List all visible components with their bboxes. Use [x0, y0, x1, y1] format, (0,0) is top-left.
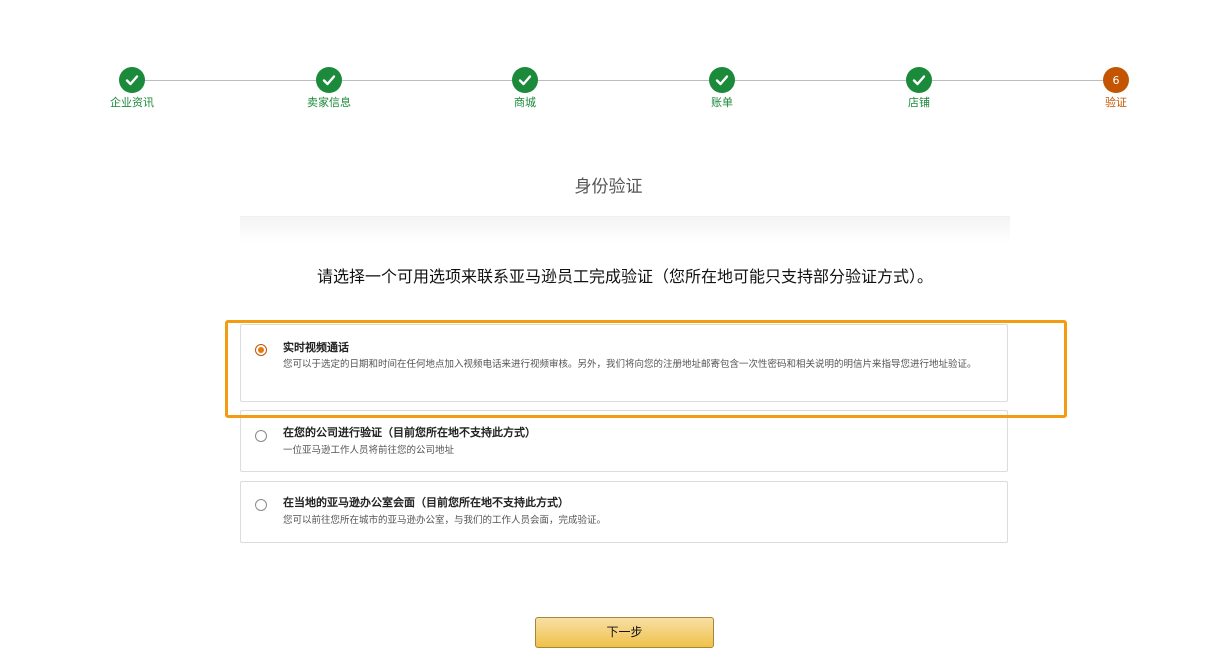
step-label: 卖家信息: [307, 96, 351, 109]
option-description: 您可以于选定的日期和时间在任何地点加入视频电话来进行视频审核。另外，我们将向您的…: [283, 359, 977, 370]
section-divider: [240, 216, 1010, 243]
option-office-meeting[interactable]: 在当地的亚马逊办公室会面（目前您所在地不支持此方式） 您可以前往您所在城市的亚马…: [240, 481, 1008, 543]
step-label: 验证: [1105, 96, 1127, 109]
step-number-badge: 6: [1103, 67, 1129, 93]
step-marketplace[interactable]: 商城: [475, 67, 575, 109]
option-description: 您可以前往您所在城市的亚马逊办公室，与我们的工作人员会面，完成验证。: [283, 515, 607, 526]
radio-button[interactable]: [255, 499, 267, 511]
radio-button-selected[interactable]: [255, 344, 267, 356]
radio-button[interactable]: [255, 430, 267, 442]
check-icon: [322, 75, 336, 86]
step-complete-badge: [906, 67, 932, 93]
page-title: 身份验证: [574, 177, 643, 197]
step-verification: 6 验证: [1066, 67, 1166, 109]
option-description: 一位亚马逊工作人员将前往您的公司地址: [283, 445, 455, 456]
progress-stepper: 企业资讯 卖家信息 商城 账单 店铺 6 验证: [0, 0, 1217, 120]
step-complete-badge: [709, 67, 735, 93]
step-complete-badge: [316, 67, 342, 93]
check-icon: [715, 75, 729, 86]
step-label: 企业资讯: [110, 96, 154, 109]
step-complete-badge: [512, 67, 538, 93]
step-store[interactable]: 店铺: [869, 67, 969, 109]
step-label: 账单: [711, 96, 733, 109]
step-label: 店铺: [908, 96, 930, 109]
check-icon: [912, 75, 926, 86]
step-complete-badge: [119, 67, 145, 93]
step-business-info[interactable]: 企业资讯: [82, 67, 182, 109]
option-company-visit[interactable]: 在您的公司进行验证（目前您所在地不支持此方式） 一位亚马逊工作人员将前往您的公司…: [240, 410, 1008, 472]
option-title: 在当地的亚马逊办公室会面（目前您所在地不支持此方式）: [283, 496, 569, 509]
instruction-text: 请选择一个可用选项来联系亚马逊员工完成验证（您所在地可能只支持部分验证方式）。: [316, 267, 933, 286]
step-billing[interactable]: 账单: [672, 67, 772, 109]
step-seller-info[interactable]: 卖家信息: [279, 67, 379, 109]
option-title: 实时视频通话: [283, 341, 349, 354]
check-icon: [125, 75, 139, 86]
option-title: 在您的公司进行验证（目前您所在地不支持此方式）: [283, 426, 536, 439]
next-step-button[interactable]: 下一步: [535, 617, 714, 648]
step-label: 商城: [514, 96, 536, 109]
option-live-video-call[interactable]: 实时视频通话 您可以于选定的日期和时间在任何地点加入视频电话来进行视频审核。另外…: [240, 324, 1008, 402]
check-icon: [518, 75, 532, 86]
